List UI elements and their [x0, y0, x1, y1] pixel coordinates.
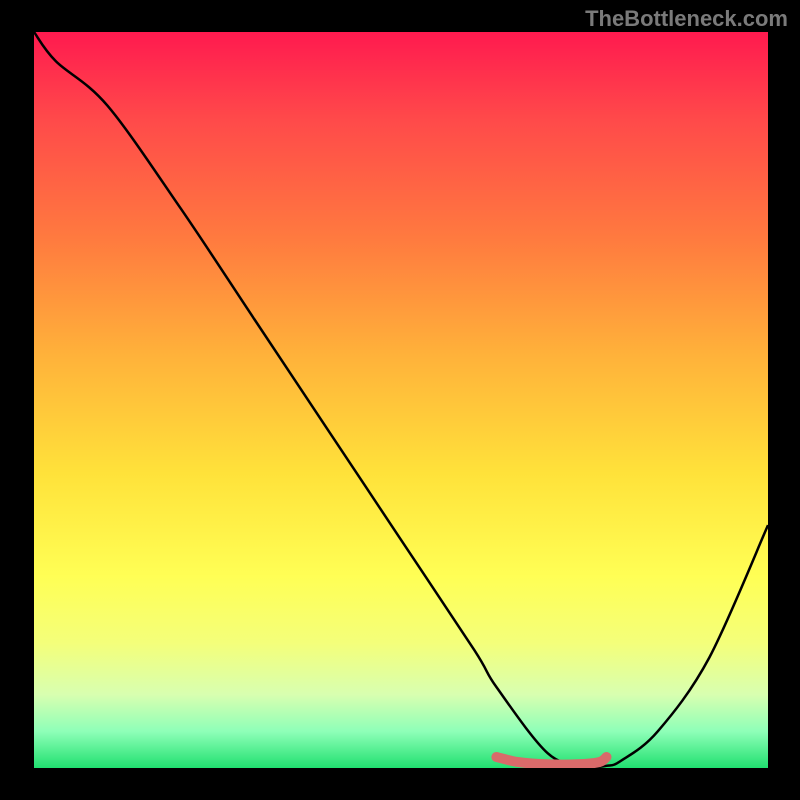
trough-highlight [496, 757, 606, 765]
watermark-label: TheBottleneck.com [585, 6, 788, 32]
plot-area [34, 32, 768, 768]
curve-line [34, 32, 768, 767]
chart-svg [34, 32, 768, 768]
